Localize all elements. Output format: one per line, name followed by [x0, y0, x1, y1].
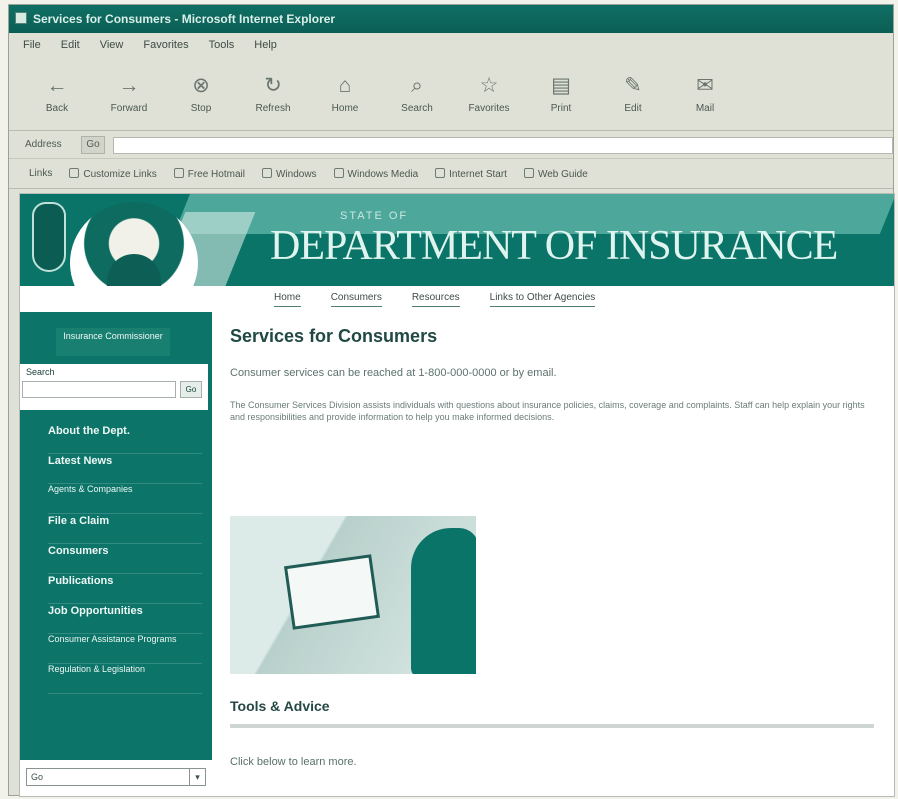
edit-button[interactable]: ✎ Edit [609, 74, 657, 114]
search-label: Search [26, 367, 55, 377]
forward-button[interactable]: → Forward [105, 74, 153, 114]
footer-text: Click below to learn more. [230, 756, 357, 768]
edit-icon: ✎ [624, 73, 642, 97]
main-content: Services for Consumers Consumer services… [230, 326, 880, 768]
toolbar: ← Back → Forward ⊗ Stop ↻ Refresh ⌂ Home ⌕ Sea… [9, 57, 893, 131]
links-bar: Links Customize Links Free Hotmail Windo… [9, 159, 893, 189]
chevron-down-icon: ▾ [189, 769, 205, 785]
nav-resources[interactable]: Resources [411, 292, 460, 307]
web-page: STATE OF DEPARTMENT OF INSURANCE Home Co… [19, 193, 895, 797]
stop-icon: ⊗ [192, 73, 210, 97]
menu-favorites[interactable]: Favorites [143, 39, 188, 51]
sidebar-item-regulation[interactable]: Regulation & Legislation [48, 664, 202, 694]
search-icon: ⌕ [411, 73, 423, 97]
intro-text: Consumer services can be reached at 1-80… [230, 367, 557, 379]
link-icon [333, 167, 344, 178]
commissioner-photo [70, 202, 198, 286]
link-icon [523, 167, 534, 178]
link-icon [435, 167, 446, 178]
home-icon: ⌂ [338, 73, 352, 97]
search-go-button[interactable]: Go [180, 381, 202, 398]
favorites-button[interactable]: ☆ Favorites [465, 74, 513, 114]
sidebar-item-consumers[interactable]: Consumers [48, 544, 202, 574]
sidebar-item-programs[interactable]: Consumer Assistance Programs [48, 634, 202, 664]
menu-file[interactable]: File [23, 39, 41, 51]
nav-consumers[interactable]: Consumers [330, 292, 382, 307]
link-windows[interactable]: Windows [261, 167, 317, 180]
browser-icon [15, 12, 27, 24]
menu-tools[interactable]: Tools [209, 39, 235, 51]
mail-button[interactable]: ✉ Mail [681, 74, 729, 114]
sidebar-item-agents[interactable]: Agents & Companies [48, 484, 202, 514]
go-button[interactable]: Go [81, 136, 105, 154]
link-icon [261, 167, 272, 178]
link-icon [173, 167, 184, 178]
address-bar: Address Go [9, 131, 893, 159]
sidebar-item-news[interactable]: Latest News [48, 454, 202, 484]
links-label: Links [29, 168, 53, 179]
link-internet-start[interactable]: Internet Start [435, 167, 507, 180]
search-button[interactable]: ⌕ Search [393, 74, 441, 114]
refresh-button[interactable]: ↻ Refresh [249, 74, 297, 114]
page-title: Services for Consumers [230, 326, 438, 346]
link-customize[interactable]: Customize Links [69, 167, 157, 180]
browser-window: Services for Consumers - Microsoft Inter… [8, 4, 895, 797]
site-header: STATE OF DEPARTMENT OF INSURANCE [20, 194, 894, 286]
section-divider [230, 724, 874, 728]
link-web-guide[interactable]: Web Guide [523, 167, 588, 180]
title-bar: Services for Consumers - Microsoft Inter… [9, 5, 893, 33]
stop-button[interactable]: ⊗ Stop [177, 74, 225, 114]
sidebar-item-about[interactable]: About the Dept. [48, 424, 202, 454]
back-button[interactable]: ← Back [33, 74, 81, 114]
window-title: Services for Consumers - Microsoft Inter… [33, 12, 336, 26]
url-field[interactable] [114, 138, 892, 153]
site-subtitle: STATE OF [340, 210, 409, 222]
sidebar-menu: About the Dept. Latest News Agents & Com… [48, 424, 202, 694]
nav-other-agencies[interactable]: Links to Other Agencies [489, 292, 596, 307]
nav-home[interactable]: Home [274, 292, 301, 307]
body-text: The Consumer Services Division assists i… [230, 400, 865, 422]
sidebar: Insurance Commissioner Search Go About t… [20, 312, 212, 796]
state-seal [32, 202, 66, 272]
menu-edit[interactable]: Edit [61, 39, 80, 51]
menu-bar: File Edit View Favorites Tools Help [9, 33, 893, 57]
quick-links-select[interactable]: Go ▾ [26, 768, 206, 786]
address-label: Address [25, 139, 62, 150]
back-icon: ← [46, 73, 68, 97]
print-button[interactable]: ▤ Print [537, 74, 585, 114]
menu-help[interactable]: Help [254, 39, 277, 51]
commissioner-label: Insurance Commissioner [56, 328, 170, 356]
home-button[interactable]: ⌂ Home [321, 74, 369, 114]
search-box: Search Go [20, 364, 208, 410]
favorites-icon: ☆ [479, 73, 499, 97]
print-icon: ▤ [551, 73, 571, 97]
link-hotmail[interactable]: Free Hotmail [173, 167, 245, 180]
menu-view[interactable]: View [100, 39, 124, 51]
sidebar-item-jobs[interactable]: Job Opportunities [48, 604, 202, 634]
url-field-container [113, 137, 893, 154]
forward-icon: → [118, 73, 140, 97]
link-icon [69, 167, 80, 178]
consumer-image [230, 516, 476, 674]
mail-icon: ✉ [696, 73, 714, 97]
section-title: Tools & Advice [230, 698, 330, 714]
link-windows-media[interactable]: Windows Media [333, 167, 418, 180]
sidebar-bottom: Go ▾ [20, 760, 212, 796]
top-navigation: Home Consumers Resources Links to Other … [212, 286, 894, 312]
refresh-icon: ↻ [264, 73, 282, 97]
sidebar-item-file-claim[interactable]: File a Claim [48, 514, 202, 544]
sidebar-item-publications[interactable]: Publications [48, 574, 202, 604]
search-input[interactable] [22, 381, 176, 398]
site-title: DEPARTMENT OF INSURANCE [270, 223, 838, 269]
